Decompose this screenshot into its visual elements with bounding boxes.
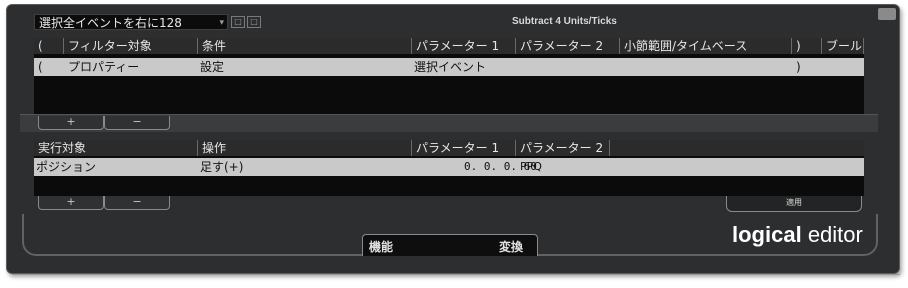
action-header-operation: 操作	[198, 140, 412, 156]
logo-bold-text: logical	[732, 222, 802, 247]
action-add-button[interactable]: +	[38, 196, 104, 210]
action-row-operation[interactable]: 足す(+)	[200, 158, 243, 176]
filter-header-bar-range: 小節範囲/タイムベース	[620, 38, 792, 54]
filter-row-param1[interactable]: 選択イベント	[414, 58, 486, 76]
filter-header-row: ( フィルター対象 条件 パラメーター 1 パラメーター 2 小節範囲/タイムベ…	[34, 38, 864, 54]
filter-header-param2: パラメーター 2	[516, 38, 620, 54]
mode-transform-button[interactable]: 変換	[499, 238, 523, 255]
window-bottom-divider	[12, 274, 900, 275]
logical-editor-logo: logical editor	[732, 222, 863, 248]
filter-header-param1: パラメーター 1	[412, 38, 516, 54]
mode-function-button[interactable]: 機能	[369, 238, 393, 255]
preset-selector[interactable]: 選択全イベントを右に128 ▾	[34, 14, 228, 30]
filter-row-target[interactable]: プロパティー	[68, 58, 139, 76]
action-remove-button[interactable]: −	[104, 196, 170, 210]
filter-header-bool: ブール	[822, 38, 864, 54]
filter-remove-button[interactable]: −	[104, 116, 170, 130]
filter-row-condition[interactable]: 設定	[200, 58, 224, 76]
filter-panel: ( フィルター対象 条件 パラメーター 1 パラメーター 2 小節範囲/タイムベ…	[34, 38, 864, 114]
action-panel: 実行対象 操作 パラメーター 1 パラメーター 2 ポジション 足す(+) 0.…	[34, 140, 864, 196]
action-row[interactable]: ポジション 足す(+) 0. 0. 0. 60 PPQ	[34, 158, 864, 176]
action-row-target[interactable]: ポジション	[36, 158, 96, 176]
preset-value: 選択全イベントを右に128	[39, 16, 182, 30]
action-header-target: 実行対象	[34, 140, 198, 156]
action-header-row: 実行対象 操作 パラメーター 1 パラメーター 2	[34, 140, 864, 156]
filter-row-open-paren[interactable]: (	[38, 58, 43, 76]
filter-row-close-paren[interactable]: )	[796, 58, 801, 76]
preset-menu-icon[interactable]: □	[247, 16, 261, 28]
window-corner-button[interactable]	[878, 8, 896, 20]
action-header-param1: パラメーター 1	[412, 140, 516, 156]
action-header-param2: パラメーター 2	[516, 140, 610, 156]
logo-normal-text: editor	[807, 222, 863, 247]
action-row-param2[interactable]: PPQ	[520, 158, 542, 176]
filter-header-open-paren: (	[34, 38, 64, 54]
filter-row[interactable]: ( プロパティー 設定 選択イベント )	[34, 58, 864, 76]
store-preset-icon[interactable]: □	[231, 16, 245, 28]
action-header-empty	[610, 140, 864, 156]
filter-header-target: フィルター対象	[64, 38, 198, 54]
apply-button[interactable]: 適用	[726, 196, 862, 212]
window-title: Subtract 4 Units/Ticks	[512, 16, 617, 27]
filter-header-close-paren: )	[792, 38, 822, 54]
mode-switch[interactable]: 機能 変換	[362, 234, 538, 256]
filter-add-button[interactable]: +	[38, 116, 104, 130]
chevron-down-icon: ▾	[219, 18, 224, 28]
filter-header-condition: 条件	[198, 38, 412, 54]
